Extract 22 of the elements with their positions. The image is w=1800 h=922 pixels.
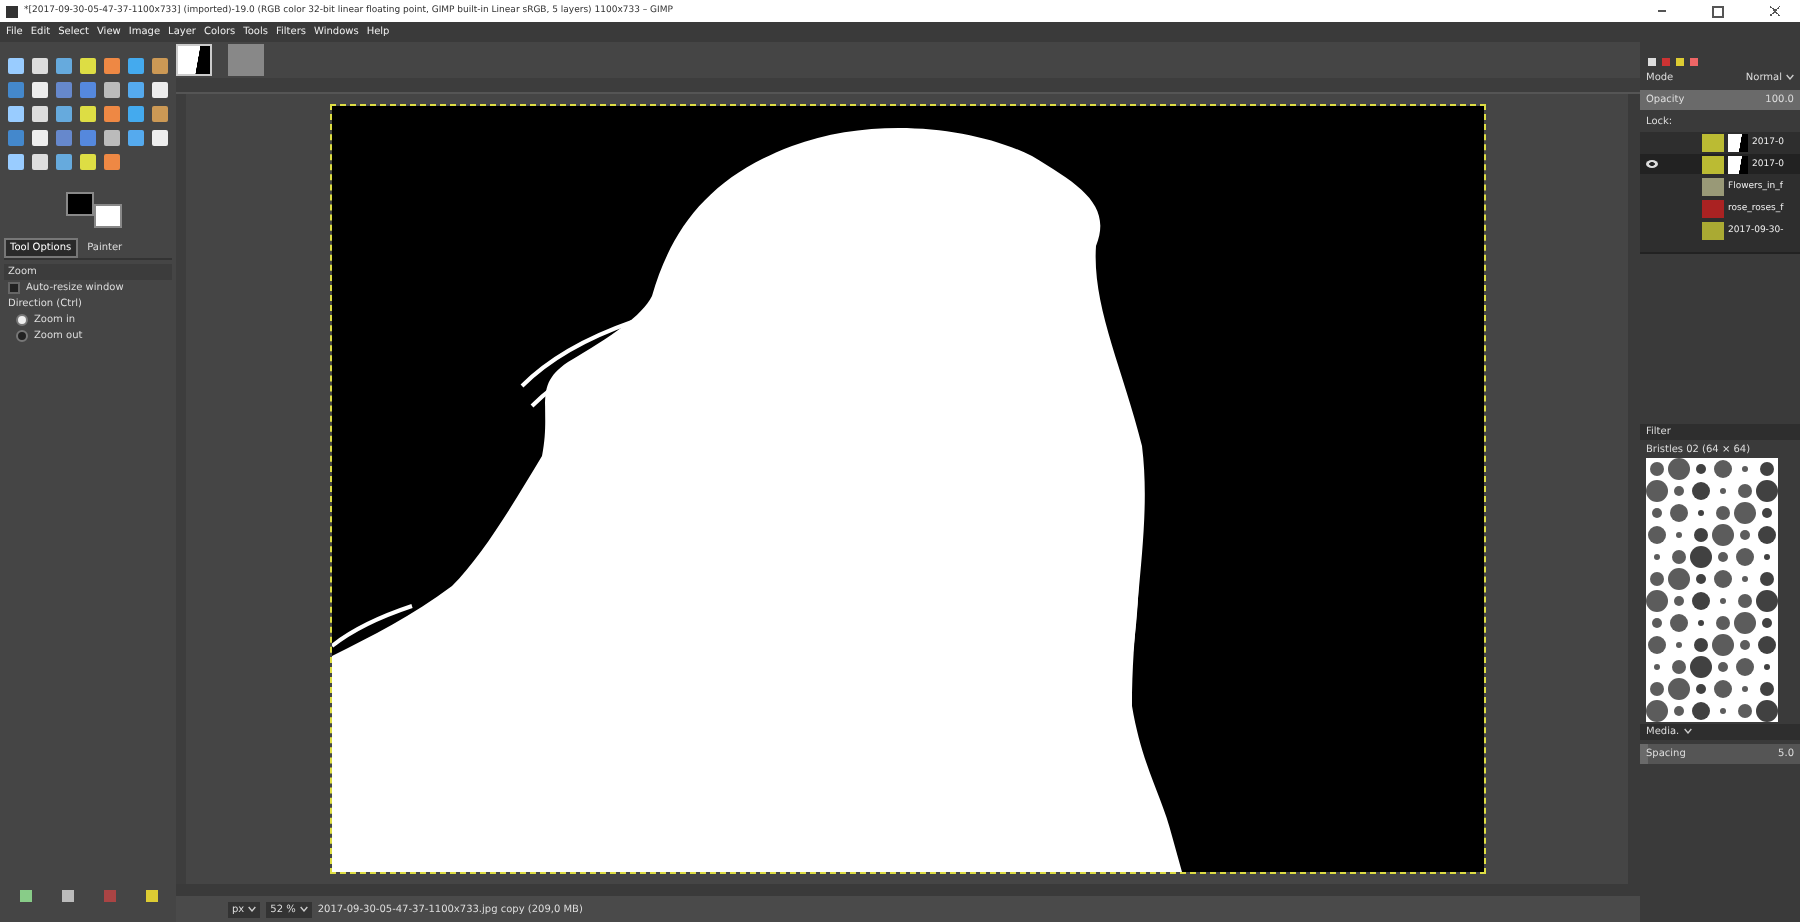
background-color-swatch[interactable] <box>94 204 122 228</box>
caret-icon <box>299 905 308 912</box>
checkbox[interactable] <box>8 282 20 294</box>
layer-thumbnail <box>1702 221 1724 239</box>
caret-icon <box>248 905 257 912</box>
caret-icon <box>1683 728 1692 735</box>
caret-icon <box>1786 74 1794 81</box>
radio-button[interactable] <box>16 314 28 326</box>
brush-grid-drawing[interactable] <box>1646 458 1778 722</box>
layer-thumbnail <box>1702 199 1724 217</box>
layer-thumbnail <box>1702 177 1724 195</box>
maximize-icon[interactable] <box>1712 5 1724 17</box>
mask-thumbnail[interactable] <box>176 44 212 76</box>
layer-thumbnail <box>1702 155 1724 173</box>
radio-button[interactable] <box>16 330 28 342</box>
foreground-color-swatch[interactable] <box>66 192 94 216</box>
eye-icon[interactable] <box>1646 160 1658 168</box>
layer-thumbnail <box>1702 133 1724 151</box>
app-icon <box>6 5 18 17</box>
close-icon[interactable] <box>1770 6 1780 16</box>
minimize-icon[interactable] <box>1658 10 1666 12</box>
photo-thumbnail[interactable] <box>228 44 264 76</box>
